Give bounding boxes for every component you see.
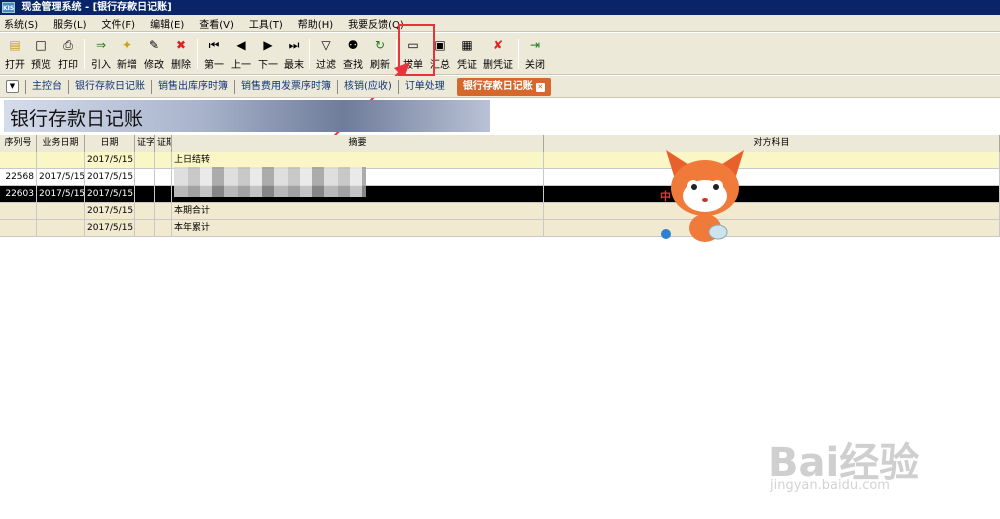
col-voucher-period[interactable]: 证期 [155,135,172,152]
menu-system[interactable]: 系统(S) [4,16,38,31]
menu-tools[interactable]: 工具(T) [249,16,283,31]
find-icon: ⚉ [347,38,359,52]
delete-button[interactable]: ✖ 删除 [168,37,194,71]
tab-bank-journal[interactable]: 银行存款日记账 [68,79,151,94]
preview-button[interactable]: □ 预览 [28,37,54,71]
tab-sales-invoice[interactable]: 销售费用发票序时簿 [234,79,337,94]
watermark-url: jingyan.baidu.com [770,478,890,493]
table-row[interactable]: 2017/5/15 本期合计 [0,203,1000,220]
import-icon: ⇒ [95,38,107,52]
table-row[interactable]: 2017/5/15 本年累计 [0,220,1000,237]
voucher-icon: ▦ [461,38,473,52]
tab-bar: ▼ 主控台 银行存款日记账 销售出库序时簿 销售费用发票序时簿 核销(应收) 订… [0,76,1000,98]
col-date[interactable]: 日期 [85,135,135,152]
redacted-text [174,167,366,197]
table-row[interactable]: 22568 2017/5/15 2017/5/15 [0,169,1000,186]
tab-sales-outbound[interactable]: 销售出库序时簿 [151,79,234,94]
col-summary[interactable]: 摘要 [172,135,544,152]
menu-file[interactable]: 文件(F) [102,16,136,31]
window-titlebar: KIS 现金管理系统 - [银行存款日记账] [0,0,1000,15]
edit-icon: ✎ [148,38,160,52]
tab-order[interactable]: 订单处理 [397,79,451,94]
table-row[interactable]: 2017/5/15 上日结转 [0,152,1000,169]
edit-button[interactable]: ✎ 修改 [141,37,167,71]
new-icon: ✦ [121,38,133,52]
last-icon: ⏭ [288,38,300,52]
print-icon: ⎙ [63,38,73,52]
fox-mascot-icon: 中 [660,150,744,242]
first-button[interactable]: ⏮ 第一 [201,37,227,71]
menubar: 系统(S) 服务(L) 文件(F) 编辑(E) 查看(V) 工具(T) 帮助(H… [0,15,1000,32]
next-icon: ▶ [263,38,273,52]
page-banner: 银行存款日记账 [4,100,490,132]
prev-button[interactable]: ◀ 上一 [228,37,254,71]
menu-service[interactable]: 服务(L) [53,16,86,31]
close-icon: ⇥ [529,38,541,52]
tab-active-label: 银行存款日记账 [462,80,533,92]
tab-close-icon[interactable]: ✕ [535,82,545,92]
tab-active[interactable]: 银行存款日记账 ✕ [456,77,551,96]
mascot-label: 中 [660,189,671,203]
delete-icon: ✖ [175,38,187,52]
tab-dropdown-icon[interactable]: ▼ [6,80,19,93]
col-opposite-account[interactable]: 对方科目 [544,135,1000,152]
tab-main-console[interactable]: 主控台 [25,79,68,94]
open-icon: ▤ [9,38,21,52]
first-icon: ⏮ [208,38,220,52]
page-title: 银行存款日记账 [10,108,144,130]
delete-voucher-button[interactable]: ✘ 删凭证 [482,37,514,71]
import-button[interactable]: ⇒ 引入 [88,37,114,71]
filter-icon: ▽ [321,38,331,52]
col-business-date[interactable]: 业务日期 [37,135,85,152]
menu-feedback[interactable]: 我要反馈(Q) [348,16,404,31]
grid-header: 序列号 业务日期 日期 证字 证期 摘要 对方科目 [0,135,1000,152]
tab-writeoff[interactable]: 核销(应收) [337,79,398,94]
print-button[interactable]: ⎙ 打印 [55,37,81,71]
col-seq[interactable]: 序列号 [0,135,37,152]
new-button[interactable]: ✦ 新增 [114,37,140,71]
prev-icon: ◀ [236,38,246,52]
preview-icon: □ [35,38,47,52]
table-row-selected[interactable]: 22603 2017/5/15 2017/5/15 [0,186,1000,203]
col-voucher-word[interactable]: 证字 [135,135,155,152]
close-button[interactable]: ⇥ 关闭 [522,37,548,71]
next-button[interactable]: ▶ 下一 [255,37,281,71]
delete-voucher-icon: ✘ [492,38,504,52]
menu-help[interactable]: 帮助(H) [298,16,333,31]
window-title: 现金管理系统 - [银行存款日记账] [21,2,172,13]
refresh-icon: ↻ [374,38,386,52]
last-button[interactable]: ⏭ 最末 [281,37,307,71]
menu-edit[interactable]: 编辑(E) [150,16,184,31]
menu-view[interactable]: 查看(V) [199,16,234,31]
toolbar: ▤ 打开 □ 预览 ⎙ 打印 ⇒ 引入 ✦ 新增 ✎ 修改 ✖ 删除 ⏮ 第一 ◀ 上一 ▶ 下一 … [0,33,1000,75]
app-icon: KIS [2,1,15,13]
voucher-button[interactable]: ▦ 凭证 [454,37,480,71]
open-button[interactable]: ▤ 打开 [2,37,28,71]
